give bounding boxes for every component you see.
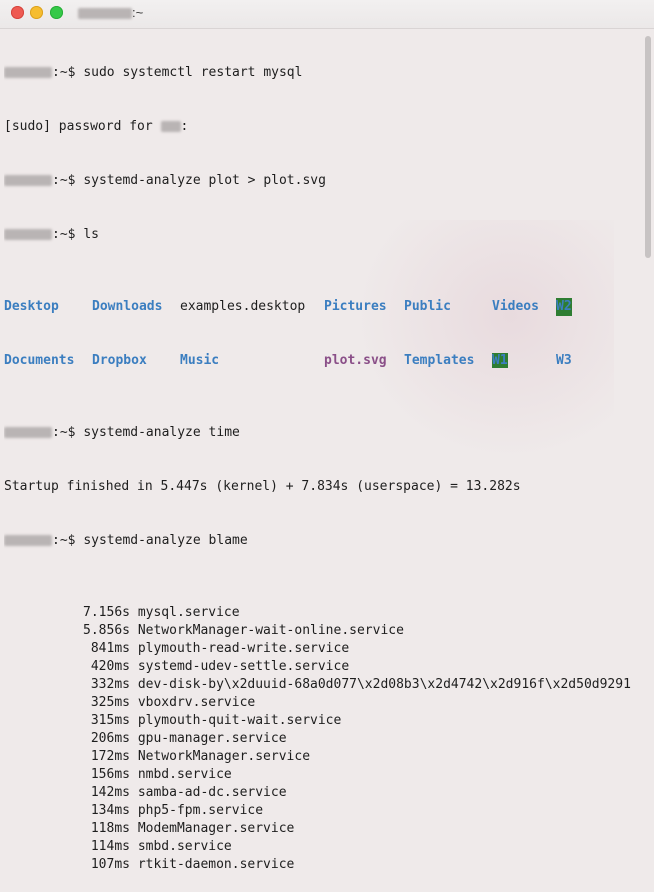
- blame-row: 172ms NetworkManager.service: [4, 748, 640, 766]
- redacted-username: [160, 121, 181, 132]
- terminal-line: :~$ sudo systemctl restart mysql: [4, 64, 640, 82]
- terminal-line: [sudo] password for :: [4, 119, 189, 134]
- blame-time: 332ms: [90, 677, 130, 692]
- blame-time: 118ms: [90, 821, 130, 836]
- blame-unit: plymouth-read-write.service: [137, 641, 350, 656]
- blame-row: 134ms php5-fpm.service: [4, 802, 640, 820]
- terminal-output[interactable]: :~$ sudo systemctl restart mysql [sudo] …: [4, 28, 640, 892]
- ls-entry: Videos: [492, 299, 539, 314]
- ls-entry: Documents: [4, 353, 75, 368]
- ls-row: Documents Dropbox Music plot.svg Templates W1…: [4, 352, 640, 370]
- ls-entry: examples.desktop: [180, 299, 306, 314]
- close-button[interactable]: [11, 6, 24, 19]
- blame-row: 156ms nmbd.service: [4, 766, 640, 784]
- blame-row: 7.156s mysql.service: [4, 604, 640, 622]
- ls-entry: Templates: [404, 353, 475, 368]
- terminal-line: :~$ systemd-analyze blame: [4, 532, 640, 550]
- terminal-line: :~$ ls: [4, 226, 640, 244]
- ls-entry: plot.svg: [324, 353, 387, 368]
- blame-time: 114ms: [90, 839, 130, 854]
- redacted-username: [4, 427, 52, 438]
- blame-row: 841ms plymouth-read-write.service: [4, 640, 640, 658]
- blame-unit: nmbd.service: [137, 767, 232, 782]
- blame-unit: samba-ad-dc.service: [137, 785, 287, 800]
- blame-unit: plymouth-quit-wait.service: [137, 713, 342, 728]
- blame-unit: gpu-manager.service: [137, 731, 287, 746]
- blame-row: 420ms systemd-udev-settle.service: [4, 658, 640, 676]
- blame-time: 206ms: [90, 731, 130, 746]
- window-title: :~: [78, 5, 143, 20]
- ls-entry-wrap: W1: [492, 352, 556, 370]
- blame-row: 114ms smbd.service: [4, 838, 640, 856]
- blame-unit: smbd.service: [137, 839, 232, 854]
- blame-time: 172ms: [90, 749, 130, 764]
- blame-row: 142ms samba-ad-dc.service: [4, 784, 640, 802]
- ls-entry: Desktop: [4, 299, 59, 314]
- terminal-line: :~$ systemd-analyze time: [4, 424, 640, 442]
- ls-entry: Music: [180, 353, 220, 368]
- blame-unit: vboxdrv.service: [137, 695, 256, 710]
- blame-unit: NetworkManager-wait-online.service: [137, 623, 404, 638]
- startup-summary: Startup finished in 5.447s (kernel) + 7.…: [4, 479, 521, 494]
- redacted-username: [4, 67, 52, 78]
- blame-time: 7.156s: [83, 605, 130, 620]
- blame-row: 206ms gpu-manager.service: [4, 730, 640, 748]
- scrollbar-thumb[interactable]: [645, 36, 651, 258]
- blame-unit: NetworkManager.service: [137, 749, 311, 764]
- blame-time: 420ms: [90, 659, 130, 674]
- blame-list: 7.156s mysql.service 5.856s NetworkManage…: [4, 604, 640, 874]
- ls-entry: W3: [556, 353, 572, 368]
- blame-unit: php5-fpm.service: [137, 803, 264, 818]
- redacted-username: [4, 229, 52, 240]
- blame-unit: rtkit-daemon.service: [137, 857, 295, 872]
- blame-unit: dev-disk-by\x2duuid-68a0d077\x2d08b3\x2d…: [137, 677, 631, 692]
- blame-time: 325ms: [90, 695, 130, 710]
- blame-unit: ModemManager.service: [137, 821, 295, 836]
- blame-row: 5.856s NetworkManager-wait-online.servic…: [4, 622, 640, 640]
- blame-row: 332ms dev-disk-by\x2duuid-68a0d077\x2d08…: [4, 676, 640, 694]
- ls-entry: Dropbox: [92, 353, 147, 368]
- blame-time: 841ms: [90, 641, 130, 656]
- blame-time: 134ms: [90, 803, 130, 818]
- blame-time: 107ms: [90, 857, 130, 872]
- blame-unit: mysql.service: [137, 605, 240, 620]
- ls-entry: Pictures: [324, 299, 387, 314]
- redacted-username: [4, 535, 52, 546]
- blame-row: 325ms vboxdrv.service: [4, 694, 640, 712]
- blame-time: 5.856s: [83, 623, 130, 638]
- ls-entry: W2: [556, 298, 572, 316]
- maximize-button[interactable]: [50, 6, 63, 19]
- blame-row: 118ms ModemManager.service: [4, 820, 640, 838]
- redacted-username: [78, 8, 132, 20]
- blame-row: 315ms plymouth-quit-wait.service: [4, 712, 640, 730]
- blame-time: 156ms: [90, 767, 130, 782]
- redacted-username: [4, 175, 52, 186]
- blame-time: 142ms: [90, 785, 130, 800]
- ls-entry: Downloads: [92, 299, 163, 314]
- ls-entry: W1: [492, 353, 508, 368]
- ls-entry: Public: [404, 299, 451, 314]
- blame-time: 315ms: [90, 713, 130, 728]
- minimize-button[interactable]: [30, 6, 43, 19]
- blame-row: 107ms rtkit-daemon.service: [4, 856, 640, 874]
- terminal-line: :~$ systemd-analyze plot > plot.svg: [4, 172, 640, 190]
- ls-row: Desktop Downloads examples.desktop Pictures…: [4, 298, 640, 316]
- title-bar: :~: [0, 0, 654, 29]
- blame-unit: systemd-udev-settle.service: [137, 659, 350, 674]
